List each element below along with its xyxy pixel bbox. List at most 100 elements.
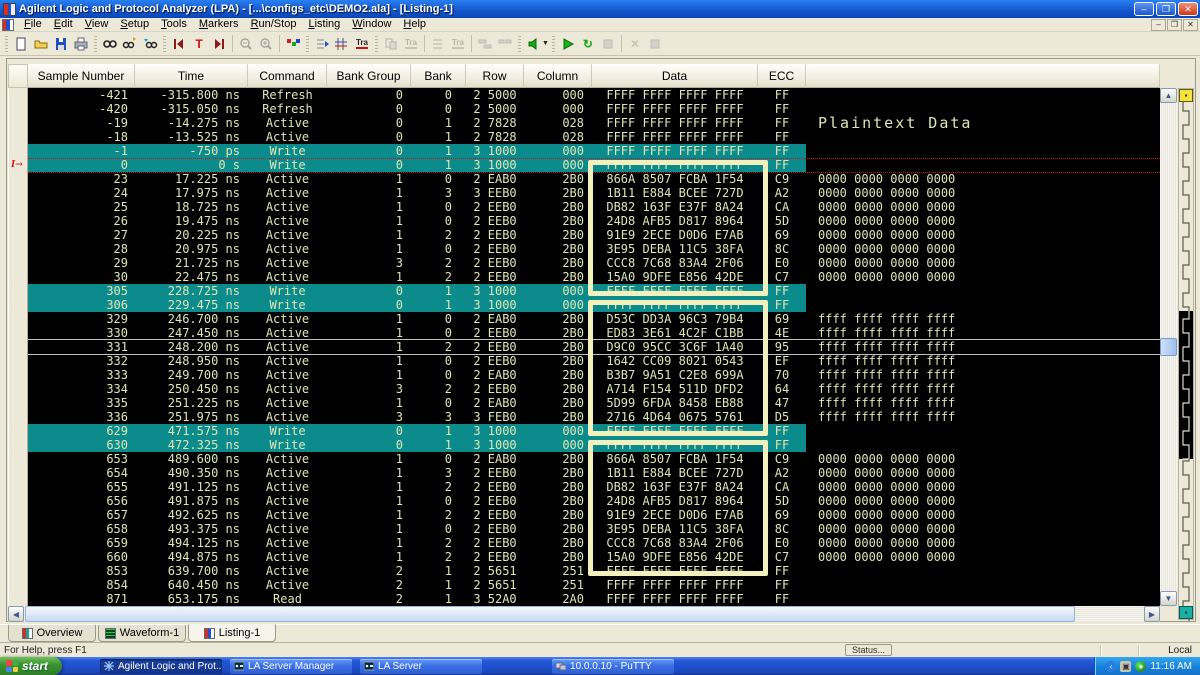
table-row[interactable]: 00 sWrite013 1000000FFFF FFFF FFFF FFFFF… [28,158,1160,172]
table-row[interactable]: 332248.950 nsActive102 EEB02B01642 CC09 … [28,354,1160,368]
column-header[interactable]: ECC [758,64,806,88]
trigger-marker-icon[interactable]: I→ [11,160,23,170]
find-icon[interactable] [100,34,120,54]
bus-signal-icon[interactable] [332,34,352,54]
scroll-up-button[interactable]: ▲ [1160,88,1177,103]
goto-trigger-icon[interactable]: T [189,34,209,54]
table-row[interactable]: 2518.725 nsActive102 EEB02B0DB82 163F E3… [28,200,1160,214]
table-row[interactable]: 2921.725 nsActive322 EEB02B0CCC8 7C68 83… [28,256,1160,270]
document-icon[interactable] [2,19,14,31]
table-row[interactable]: 3022.475 nsActive122 EEB02B015A0 9DFE E8… [28,270,1160,284]
table-row[interactable]: 653489.600 nsActive102 EAB02B0866A 8507 … [28,452,1160,466]
table-row[interactable]: -18-13.525 nsActive012 7828028FFFF FFFF … [28,130,1160,144]
zoom-in-icon[interactable] [256,34,276,54]
toolbar-grip[interactable] [552,36,555,52]
menu-item[interactable]: Markers [193,18,245,31]
tray-status-icon[interactable]: ● [1135,661,1146,672]
menu-item[interactable]: Run/Stop [245,18,303,31]
table-row[interactable]: 334250.450 nsActive322 EEB02B0A714 F154 … [28,382,1160,396]
tray-app-icon[interactable]: ▣ [1120,661,1131,672]
new-file-icon[interactable] [11,34,31,54]
taskbar-button-agilent[interactable]: Agilent Logic and Prot... [100,659,222,674]
table-row[interactable]: 659494.125 nsActive122 EEB02B0CCC8 7C68 … [28,536,1160,550]
mdi-restore-button[interactable]: ❐ [1167,19,1182,31]
menu-item[interactable]: Edit [48,18,79,31]
menu-item[interactable]: File [18,18,48,31]
toolbar-grip[interactable] [375,36,378,52]
tab-listing-1[interactable]: Listing-1 [188,624,276,642]
table-row[interactable]: 2720.225 nsActive122 EEB02B091E9 2ECE D0… [28,228,1160,242]
scroll-right-button[interactable]: ▶ [1144,606,1160,622]
column-header[interactable]: Time [135,64,248,88]
vertical-scroll-thumb[interactable] [1160,338,1177,356]
table-row[interactable]: 2417.975 nsActive133 EEB02B01B11 E884 BC… [28,186,1160,200]
close-button[interactable]: ✕ [1178,2,1198,16]
trace-icon[interactable]: Tra [352,34,372,54]
mdi-close-button[interactable]: ✕ [1183,19,1198,31]
table-row[interactable]: 306229.475 nsWrite013 1000000FFFF FFFF F… [28,298,1160,312]
menu-item[interactable]: Help [397,18,432,31]
taskbar-button-putty[interactable]: 10.0.0.10 - PuTTY [552,659,674,674]
column-header[interactable]: Sample Number [28,64,135,88]
table-row[interactable]: 654490.350 nsActive132 EEB02B01B11 E884 … [28,466,1160,480]
run-repetitive-icon[interactable]: ↻ [578,34,598,54]
menu-item[interactable]: Listing [302,18,346,31]
column-header[interactable]: Data [592,64,758,88]
marker-colors-icon[interactable] [283,34,303,54]
horizontal-scroll-thumb[interactable] [25,606,1075,622]
taskbar-button-la-server-manager[interactable]: LA Server Manager [230,659,352,674]
overview-top-marker-button[interactable]: ▪ [1179,89,1193,102]
table-row[interactable]: 336251.975 nsActive333 FEB02B02716 4D64 … [28,410,1160,424]
toolbar-grip[interactable] [518,36,521,52]
minimize-button[interactable]: – [1134,2,1154,16]
table-row[interactable]: 854640.450 nsActive212 5651251FFFF FFFF … [28,578,1160,592]
open-file-icon[interactable] [31,34,51,54]
table-row[interactable]: 630472.325 nsWrite013 1000000FFFF FFFF F… [28,438,1160,452]
goto-m2-marker-icon[interactable] [209,34,229,54]
find-previous-icon[interactable] [140,34,160,54]
tray-hide-icons-icon[interactable]: ‹ [1105,661,1116,672]
find-next-icon[interactable] [120,34,140,54]
table-row[interactable]: 660494.875 nsActive122 EEB02B015A0 9DFE … [28,550,1160,564]
data-overview-strip[interactable]: ▪ ▪ [1178,88,1194,620]
column-header[interactable]: Bank Group [327,64,411,88]
toolbar-grip[interactable] [94,36,97,52]
column-header[interactable]: Column [524,64,592,88]
table-row[interactable]: 330247.450 nsActive102 EEB02B0ED83 3E61 … [28,326,1160,340]
status-button[interactable]: Status... [845,644,892,656]
table-row[interactable]: 331248.200 nsActive122 EEB02B0D9C0 95CC … [28,340,1160,354]
column-header[interactable]: Bank [411,64,466,88]
table-row[interactable]: 871653.175 nsRead213 52A02A0FFFF FFFF FF… [28,592,1160,606]
scroll-down-button[interactable]: ▼ [1160,591,1177,606]
mdi-minimize-button[interactable]: – [1151,19,1166,31]
overview-bottom-marker-button[interactable]: ▪ [1179,606,1193,619]
tab-waveform-1[interactable]: Waveform-1 [98,625,186,642]
restore-button[interactable]: ❐ [1156,2,1176,16]
table-row[interactable]: 2619.475 nsActive102 EEB02B024D8 AFB5 D8… [28,214,1160,228]
table-row[interactable]: 2317.225 nsActive102 EAB02B0866A 8507 FC… [28,172,1160,186]
table-row[interactable]: 305228.725 nsWrite013 1000000FFFF FFFF F… [28,284,1160,298]
taskbar-button-la-server[interactable]: LA Server [360,659,482,674]
table-row[interactable]: -420-315.050 nsRefresh002 5000000FFFF FF… [28,102,1160,116]
table-row[interactable]: -19-14.275 nsActive012 7828028FFFF FFFF … [28,116,1160,130]
print-icon[interactable] [71,34,91,54]
sound-icon[interactable] [524,34,544,54]
run-icon[interactable] [558,34,578,54]
table-row[interactable]: 329246.700 nsActive102 EAB02B0D53C DD3A … [28,312,1160,326]
menu-item[interactable]: Tools [155,18,193,31]
table-row[interactable]: 656491.875 nsActive102 EEB02B024D8 AFB5 … [28,494,1160,508]
scroll-left-button[interactable]: ◀ [8,606,24,622]
table-row[interactable]: 333249.700 nsActive102 EAB02B0B3B7 9A51 … [28,368,1160,382]
column-header[interactable]: Row [466,64,524,88]
save-icon[interactable] [51,34,71,54]
menu-item[interactable]: Window [346,18,397,31]
tab-overview[interactable]: Overview [8,625,96,642]
table-row[interactable]: 853639.700 nsActive212 5651251FFFF FFFF … [28,564,1160,578]
vertical-scrollbar[interactable]: ▲ ▼ [1160,88,1177,606]
table-row[interactable]: 655491.125 nsActive122 EEB02B0DB82 163F … [28,480,1160,494]
table-row[interactable]: 657492.625 nsActive122 EEB02B091E9 2ECE … [28,508,1160,522]
insert-column-icon[interactable] [312,34,332,54]
column-header[interactable]: Command [248,64,327,88]
table-row[interactable]: -1-750 psWrite013 1000000FFFF FFFF FFFF … [28,144,1160,158]
table-row[interactable]: 658493.375 nsActive102 EEB02B03E95 DEBA … [28,522,1160,536]
